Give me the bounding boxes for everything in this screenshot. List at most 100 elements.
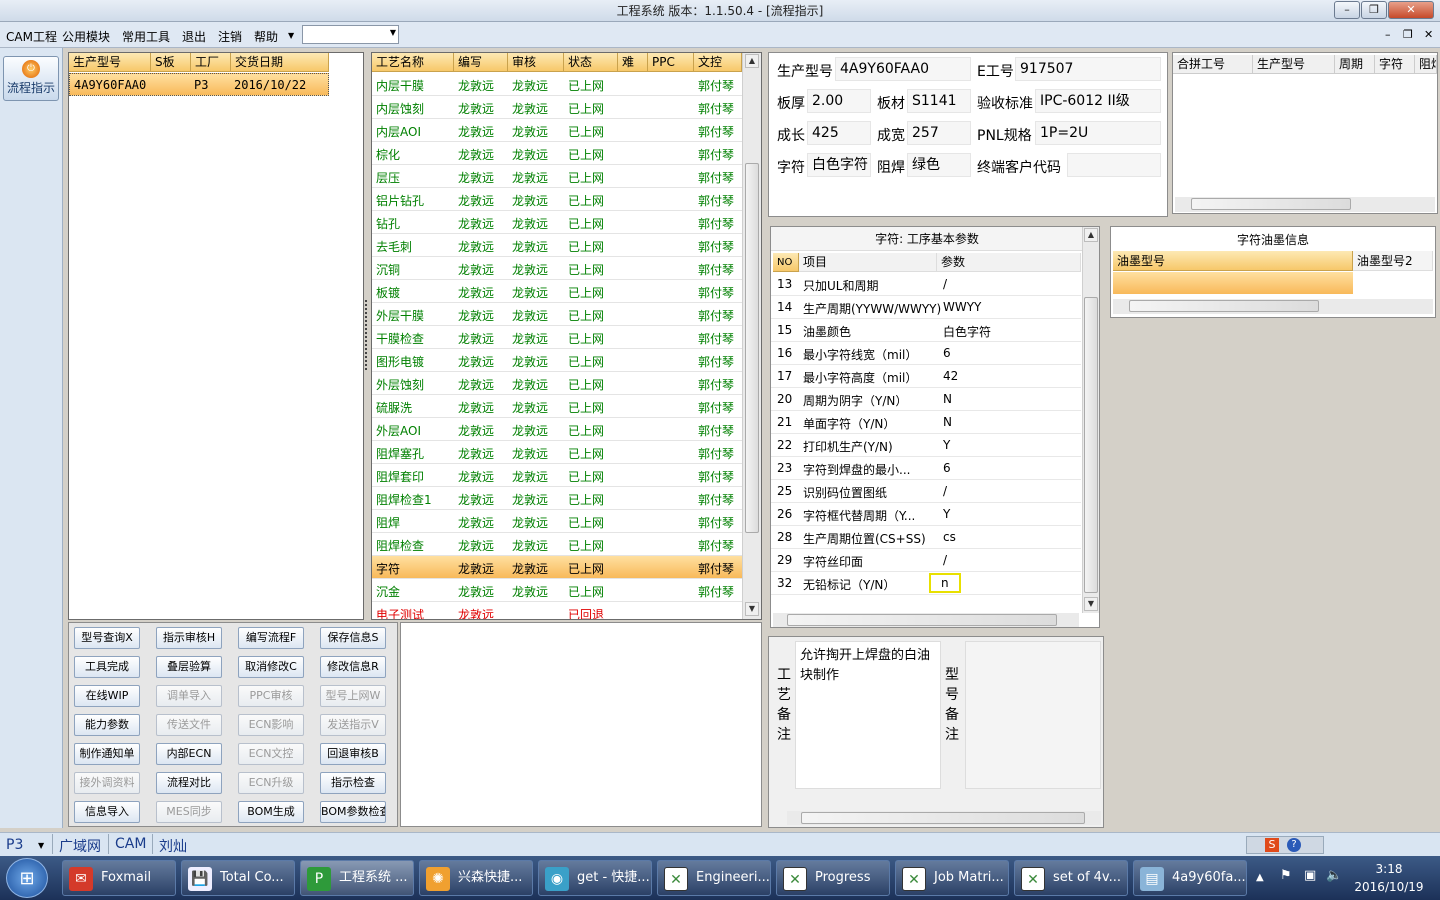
volume-icon[interactable]: 🔈	[1326, 868, 1342, 883]
function-button[interactable]: 回退审核B	[320, 743, 386, 765]
function-button[interactable]: MES同步	[156, 801, 222, 823]
task-engineering-system[interactable]: P 工程系统 ...	[300, 860, 414, 896]
proc-header-doc[interactable]: 文控	[694, 53, 742, 72]
params-hscroll-thumb[interactable]	[787, 614, 1057, 626]
function-button[interactable]: 内部ECN	[156, 743, 222, 765]
params-vscrollbar[interactable]: ▲ ▼	[1082, 227, 1099, 613]
scroll-up-icon[interactable]: ▲	[745, 54, 759, 68]
process-row[interactable]: 硫脲洗 龙敦远 龙敦远 已上网 郭付琴	[372, 395, 742, 418]
task-browser[interactable]: ✺ 兴森快捷...	[419, 860, 533, 896]
proc-header-reviewer[interactable]: 审核	[508, 53, 564, 72]
function-button[interactable]: BOM参数检查	[320, 801, 386, 823]
process-row[interactable]: 电子测试 龙敦远 已回退	[372, 602, 742, 619]
param-cell-value[interactable]: 42	[943, 369, 958, 383]
params-header-no[interactable]: NO	[773, 253, 799, 272]
process-row[interactable]: 层压 龙敦远 龙敦远 已上网 郭付琴	[372, 165, 742, 188]
function-button[interactable]: 传送文件	[156, 714, 222, 736]
function-button[interactable]: 型号上网W	[320, 685, 386, 707]
proc-header-status[interactable]: 状态	[564, 53, 618, 72]
proc-header-difficulty[interactable]: 难	[618, 53, 648, 72]
param-row[interactable]: 15 油墨颜色 白色字符	[771, 319, 1081, 342]
param-row[interactable]: 25 识别码位置图纸 /	[771, 480, 1081, 503]
scroll-down-icon[interactable]: ▼	[1084, 597, 1098, 611]
process-row[interactable]: 去毛刺 龙敦远 龙敦远 已上网 郭付琴	[372, 234, 742, 257]
merge-header-period[interactable]: 周期	[1335, 55, 1375, 74]
function-button[interactable]: BOM生成	[238, 801, 304, 823]
ime-s-icon[interactable]: S	[1265, 838, 1279, 852]
process-row[interactable]: 板镀 龙敦远 龙敦远 已上网 郭付琴	[372, 280, 742, 303]
proc-header-ppc[interactable]: PPC	[648, 53, 694, 72]
mdi-restore-button[interactable]: ❐	[1403, 28, 1413, 41]
toolbar-combo[interactable]: ▼	[302, 25, 399, 44]
mdi-minimize-button[interactable]: –	[1385, 28, 1391, 41]
task-set-of-4v[interactable]: ✕ set of 4v...	[1014, 860, 1128, 896]
merge-hscroll-thumb[interactable]	[1191, 198, 1351, 210]
process-row[interactable]: 外层AOI 龙敦远 龙敦远 已上网 郭付琴	[372, 418, 742, 441]
flag-icon[interactable]: ⚑	[1280, 868, 1292, 883]
process-row[interactable]: 内层AOI 龙敦远 龙敦远 已上网 郭付琴	[372, 119, 742, 142]
order-header-model[interactable]: 生产型号	[69, 53, 151, 72]
pnl-field[interactable]: 1P=2U	[1035, 121, 1161, 145]
task-engineering[interactable]: ✕ Engineeri...	[657, 860, 771, 896]
menu-cam[interactable]: CAM工程	[6, 28, 57, 45]
merge-header-job[interactable]: 合拼工号	[1173, 55, 1253, 74]
flow-indicator-button[interactable]: ⏻ 流程指示	[3, 56, 59, 101]
function-button[interactable]: PPC审核	[238, 685, 304, 707]
ime-toolbar[interactable]: S ?	[1246, 836, 1324, 854]
task-total-commander[interactable]: 💾 Total Co...	[181, 860, 295, 896]
menu-common-module[interactable]: 公用模块	[62, 28, 110, 45]
function-button[interactable]: 信息导入	[74, 801, 140, 823]
param-row[interactable]: 21 单面字符（Y/N） N	[771, 411, 1081, 434]
function-button[interactable]: 调单导入	[156, 685, 222, 707]
param-cell-value[interactable]: Y	[943, 438, 950, 452]
proc-header-name[interactable]: 工艺名称	[372, 53, 454, 72]
length-field[interactable]: 425	[807, 121, 871, 145]
order-header-s-board[interactable]: S板	[151, 53, 191, 72]
menu-exit[interactable]: 退出	[182, 28, 206, 45]
task-foxmail[interactable]: ✉ Foxmail	[62, 860, 176, 896]
standard-field[interactable]: IPC-6012 II级	[1035, 89, 1161, 113]
process-row[interactable]: 沉金 龙敦远 龙敦远 已上网 郭付琴	[372, 579, 742, 602]
param-row[interactable]: 32 无铅标记（Y/N） n	[771, 572, 1081, 595]
width-field[interactable]: 257	[907, 121, 971, 145]
merge-header-mask[interactable]: 阻焊	[1415, 55, 1437, 74]
process-row[interactable]: 阻焊套印 龙敦远 龙敦远 已上网 郭付琴	[372, 464, 742, 487]
ink-header-type[interactable]: 油墨型号	[1113, 251, 1353, 271]
function-button[interactable]: ECN文控	[238, 743, 304, 765]
function-button[interactable]: 在线WIP	[74, 685, 140, 707]
restore-button[interactable]: ❐	[1361, 1, 1387, 19]
char-field[interactable]: 白色字符	[807, 153, 871, 177]
ink-row-selected[interactable]	[1113, 272, 1353, 294]
proc-header-writer[interactable]: 编写	[454, 53, 508, 72]
param-row[interactable]: 13 只加UL和周期 /	[771, 273, 1081, 296]
function-button[interactable]: 制作通知单	[74, 743, 140, 765]
function-button[interactable]: 接外调资料	[74, 772, 140, 794]
process-note-field[interactable]: 允许掏开上焊盘的白油块制作	[795, 641, 941, 789]
process-row[interactable]: 阻焊检查 龙敦远 龙敦远 已上网 郭付琴	[372, 533, 742, 556]
param-cell-value[interactable]: cs	[943, 530, 956, 544]
merge-header-char[interactable]: 字符	[1375, 55, 1415, 74]
function-button[interactable]: 工具完成	[74, 656, 140, 678]
function-button[interactable]: 取消修改C	[238, 656, 304, 678]
param-cell-value[interactable]: /	[943, 553, 947, 567]
params-hscrollbar[interactable]	[773, 613, 1079, 627]
model-field[interactable]: 4A9Y60FAA0	[835, 57, 971, 81]
param-cell-value[interactable]: Y	[943, 507, 950, 521]
param-cell-value[interactable]: N	[943, 392, 952, 406]
order-header-factory[interactable]: 工厂	[191, 53, 231, 72]
param-row[interactable]: 26 字符框代替周期（Y... Y	[771, 503, 1081, 526]
function-button[interactable]: 发送指示V	[320, 714, 386, 736]
process-row[interactable]: 棕化 龙敦远 龙敦远 已上网 郭付琴	[372, 142, 742, 165]
ink-hscroll-thumb[interactable]	[1129, 300, 1319, 312]
ink-hscrollbar[interactable]	[1113, 299, 1433, 314]
params-scroll-thumb[interactable]	[1084, 297, 1098, 593]
mask-field[interactable]: 绿色	[907, 153, 971, 177]
process-row[interactable]: 铝片钻孔 龙敦远 龙敦远 已上网 郭付琴	[372, 188, 742, 211]
param-row[interactable]: 14 生产周期(YYWW/WWYY) WWYY	[771, 296, 1081, 319]
clock-time[interactable]: 3:18	[1350, 862, 1428, 876]
merge-hscrollbar[interactable]	[1175, 197, 1435, 212]
param-edit-field[interactable]: n	[929, 573, 961, 593]
function-button[interactable]: ECN升级	[238, 772, 304, 794]
process-row[interactable]: 阻焊塞孔 龙敦远 龙敦远 已上网 郭付琴	[372, 441, 742, 464]
function-button[interactable]: 叠层验算	[156, 656, 222, 678]
